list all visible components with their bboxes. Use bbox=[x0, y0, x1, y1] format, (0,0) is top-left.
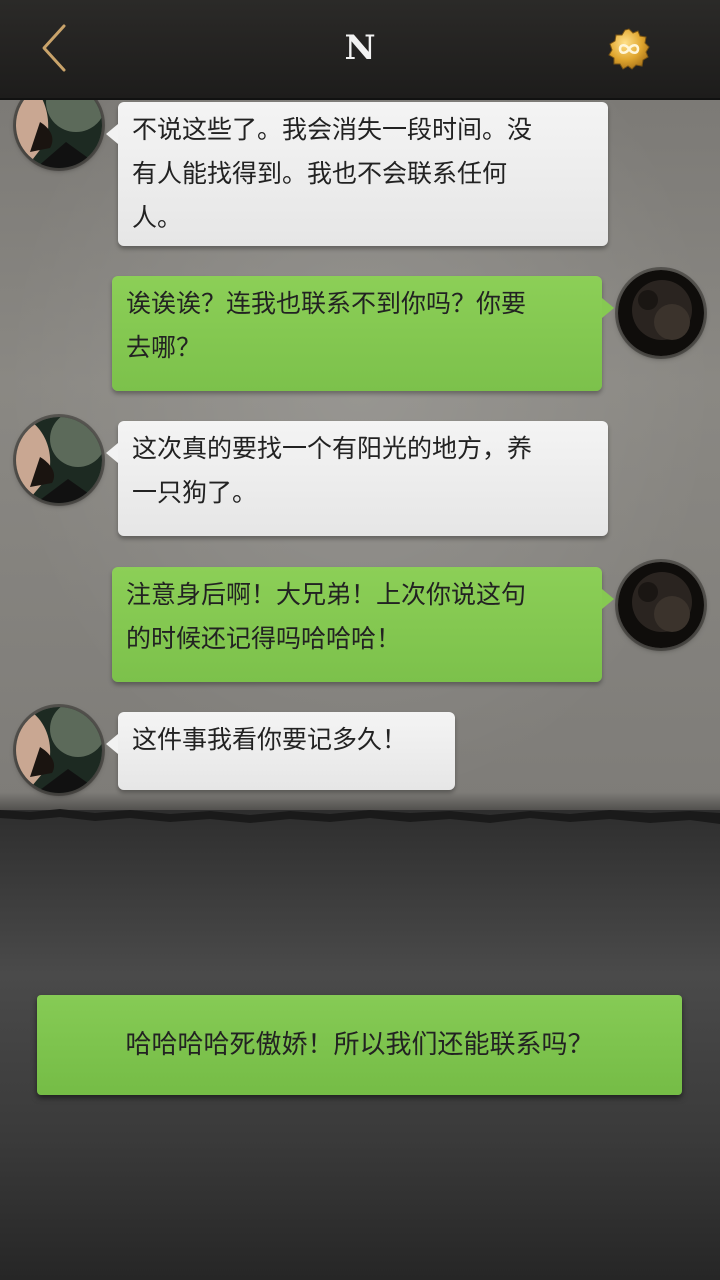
torn-paper-edge bbox=[0, 809, 720, 824]
message-line: 有人能找得到。我也不会联系任何 bbox=[132, 159, 508, 188]
message-bubble-sent: 诶诶诶？连我也联系不到你吗？你要 去哪？ bbox=[112, 276, 614, 391]
reply-option-button[interactable]: 哈哈哈哈死傲娇！所以我们还能联系吗？ bbox=[37, 995, 682, 1095]
self-avatar[interactable] bbox=[618, 562, 704, 648]
message-line: 这次真的要找一个有阳光的地方，养 bbox=[132, 434, 533, 463]
contact-avatar[interactable] bbox=[16, 707, 102, 793]
contact-avatar[interactable] bbox=[16, 417, 102, 503]
message-bubble-received: 这件事我看你要记多久！ bbox=[106, 712, 455, 790]
message-line: 一只狗了。 bbox=[132, 478, 258, 507]
self-avatar[interactable] bbox=[618, 270, 704, 356]
message-line: 这件事我看你要记多久！ bbox=[132, 725, 408, 754]
message-line: 的时候还记得吗哈哈哈！ bbox=[126, 624, 402, 653]
message-line: 注意身后啊！大兄弟！上次你说这句 bbox=[126, 580, 527, 609]
top-bar: N bbox=[0, 0, 720, 100]
message-bubble-received: 不说这些了。我会消失一段时间。没 有人能找得到。我也不会联系任何 人。 bbox=[106, 102, 608, 246]
message-line: 不说这些了。我会消失一段时间。没 bbox=[132, 115, 533, 144]
message-line: 人。 bbox=[132, 203, 183, 232]
infinity-coin-icon bbox=[608, 28, 650, 70]
coin-button[interactable] bbox=[608, 28, 650, 70]
message-bubble-sent: 注意身后啊！大兄弟！上次你说这句 的时候还记得吗哈哈哈！ bbox=[112, 567, 614, 682]
message-line: 去哪？ bbox=[126, 333, 202, 362]
message-line: 诶诶诶？连我也联系不到你吗？你要 bbox=[126, 289, 527, 318]
message-bubble-received: 这次真的要找一个有阳光的地方，养 一只狗了。 bbox=[106, 421, 608, 536]
